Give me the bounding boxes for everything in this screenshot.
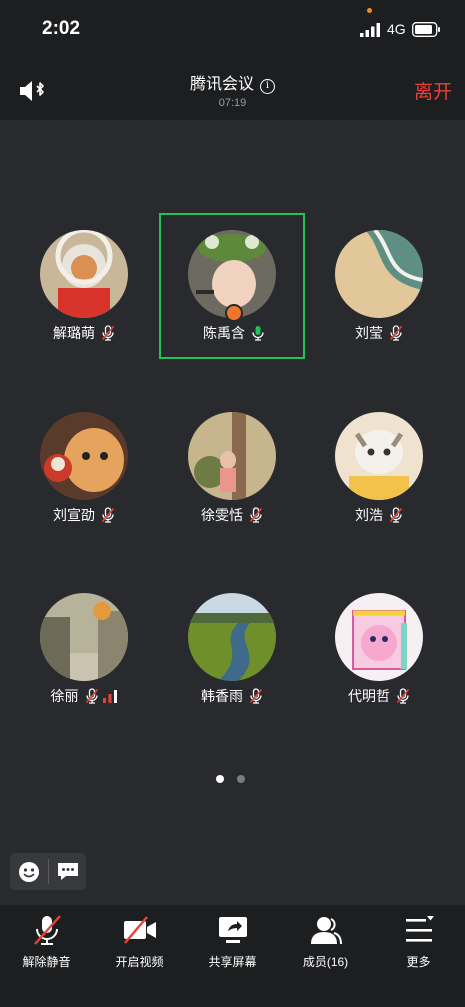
participant-name-row: 代明哲 — [306, 686, 452, 706]
participant-name-row: 徐雯恬 — [159, 505, 305, 525]
weak-network-icon — [102, 690, 117, 703]
participant-name-row: 陈禹含 — [161, 323, 307, 343]
divider — [48, 859, 49, 884]
participant-name-row: 刘宣劭 — [11, 505, 157, 525]
members-button[interactable]: 成员(16) — [279, 905, 372, 1007]
status-time: 2:02 — [42, 18, 81, 39]
mic-muted-icon — [389, 325, 403, 341]
participant-tile-active-speaker[interactable]: 陈禹含 — [159, 213, 305, 359]
unmute-button[interactable]: 解除静音 — [0, 905, 93, 1007]
page-indicator[interactable] — [216, 770, 258, 788]
participant-name: 刘莹 — [355, 325, 383, 341]
participant-name-row: 刘莹 — [306, 323, 452, 343]
start-video-button[interactable]: 开启视频 — [93, 905, 186, 1007]
battery-icon — [412, 22, 440, 37]
mic-muted-icon — [101, 325, 115, 341]
network-type: 4G — [387, 21, 406, 37]
mic-muted-icon — [34, 915, 61, 945]
participant-name: 刘浩 — [355, 507, 383, 523]
participant-name: 陈禹含 — [203, 325, 245, 341]
start-video-label: 开启视频 — [115, 955, 164, 969]
page-dot[interactable] — [237, 775, 245, 783]
avatar — [335, 230, 423, 318]
host-badge-icon — [225, 304, 243, 322]
share-screen-button[interactable]: 共享屏幕 — [186, 905, 279, 1007]
participant-name-row: 韩香雨 — [159, 686, 305, 706]
mic-muted-icon — [389, 507, 403, 523]
share-screen-label: 共享屏幕 — [208, 955, 257, 969]
mic-muted-icon — [396, 688, 410, 704]
participant-name: 刘宣劭 — [53, 507, 95, 523]
meeting-header: 腾讯会议 i 07:19 离开 — [0, 60, 465, 120]
participant-name: 徐雯恬 — [201, 507, 243, 523]
members-icon — [311, 917, 342, 945]
more-label: 更多 — [406, 955, 431, 969]
chat-tools — [10, 853, 86, 890]
participant-name: 代明哲 — [348, 688, 390, 704]
video-grid: 解璐萌 陈禹含 刘莹 刘宣劭 徐雯恬 刘浩 徐丽 韩香雨 代明哲 — [0, 120, 465, 905]
participant-tile[interactable]: 刘莹 — [306, 213, 452, 359]
avatar — [188, 593, 276, 681]
chat-message-icon[interactable] — [57, 861, 79, 881]
members-label: 成员(16) — [302, 955, 349, 969]
participant-name-row: 徐丽 — [11, 686, 157, 706]
mic-muted-icon — [249, 688, 263, 704]
avatar — [40, 593, 128, 681]
recording-dot — [367, 8, 372, 13]
participant-name: 韩香雨 — [201, 688, 243, 704]
camera-off-icon — [124, 916, 156, 944]
participant-tile[interactable]: 韩香雨 — [159, 576, 305, 722]
emoji-icon[interactable] — [18, 861, 40, 883]
mic-on-icon — [252, 326, 264, 341]
more-button[interactable]: 更多 — [372, 905, 465, 1007]
meeting-title[interactable]: 腾讯会议 — [190, 76, 254, 93]
participant-tile[interactable]: 代明哲 — [306, 576, 452, 722]
cellular-signal-icon — [360, 23, 380, 37]
status-bar: 2:02 4G — [0, 0, 465, 60]
meeting-duration: 07:19 — [218, 97, 247, 109]
mic-muted-icon — [249, 507, 263, 523]
avatar — [188, 412, 276, 500]
page-dot-current[interactable] — [216, 775, 224, 783]
share-screen-icon — [219, 917, 247, 943]
participant-tile[interactable]: 解璐萌 — [11, 213, 157, 359]
avatar — [40, 412, 128, 500]
meeting-title-bar[interactable]: 腾讯会议 i — [0, 70, 465, 94]
participant-tile[interactable]: 徐雯恬 — [159, 395, 305, 541]
mic-muted-icon — [85, 688, 98, 704]
participant-name-row: 刘浩 — [306, 505, 452, 525]
info-icon[interactable]: i — [260, 79, 275, 94]
participant-tile[interactable]: 刘宣劭 — [11, 395, 157, 541]
leave-button[interactable]: 离开 — [414, 77, 452, 104]
participant-name-row: 解璐萌 — [11, 323, 157, 343]
participant-name: 解璐萌 — [53, 325, 95, 341]
mic-muted-icon — [101, 507, 115, 523]
avatar — [335, 593, 423, 681]
menu-more-icon — [406, 916, 434, 942]
participant-name: 徐丽 — [50, 688, 79, 704]
avatar — [40, 230, 128, 318]
participant-tile[interactable]: 刘浩 — [306, 395, 452, 541]
participant-tile[interactable]: 徐丽 — [11, 576, 157, 722]
avatar — [335, 412, 423, 500]
unmute-label: 解除静音 — [22, 955, 71, 969]
bottom-toolbar: 解除静音 开启视频 共享屏幕 成员(16) 更多 — [0, 905, 465, 1007]
